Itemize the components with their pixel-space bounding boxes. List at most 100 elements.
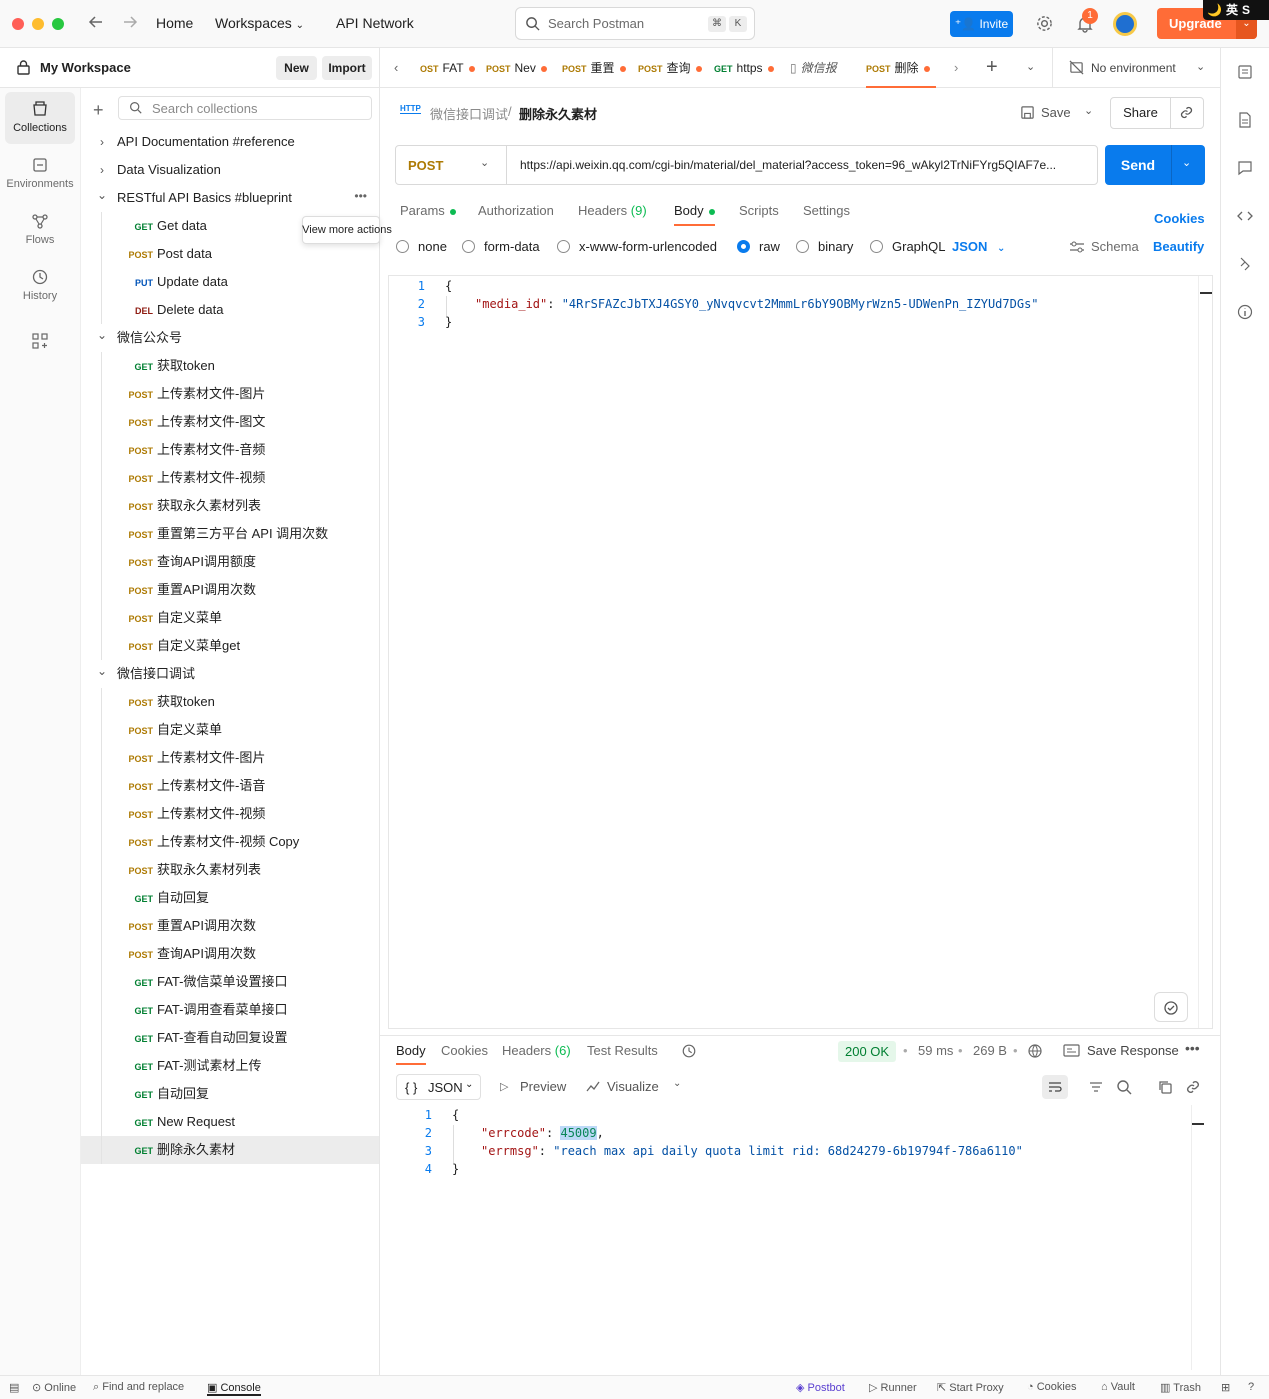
request-item[interactable]: POST 上传素材文件-语音 [81, 772, 379, 800]
api-network-link[interactable]: API Network [336, 15, 414, 31]
share-button[interactable]: Share [1111, 98, 1171, 128]
radio-raw[interactable] [737, 240, 750, 253]
gear-icon[interactable] [1035, 14, 1054, 33]
tab-authorization[interactable]: Authorization [478, 203, 554, 218]
back-arrow-icon[interactable] [88, 14, 104, 30]
avatar[interactable] [1113, 12, 1137, 36]
start-proxy-button[interactable]: ⇱ Start Proxy [937, 1381, 1004, 1394]
response-time[interactable]: 59 ms [918, 1043, 953, 1058]
related-collections-icon[interactable] [1237, 256, 1253, 272]
collections-search-input[interactable]: Search collections [118, 96, 372, 120]
request-tab[interactable]: POST Nev [486, 48, 558, 88]
help-icon[interactable]: ? [1248, 1381, 1254, 1393]
schema-button[interactable]: Schema [1091, 239, 1139, 254]
collection-folder[interactable]: ⌄ 微信接口调试 [81, 660, 379, 688]
radio-binary[interactable] [796, 240, 809, 253]
request-item[interactable]: POST 上传素材文件-视频 Copy [81, 828, 379, 856]
radio-form-data[interactable] [462, 240, 475, 253]
rail-add-more[interactable] [5, 324, 75, 360]
tab-headers[interactable]: Headers (9) [578, 203, 647, 218]
request-item[interactable]: POST 上传素材文件-图片 [81, 380, 379, 408]
tab-scroll-right-icon[interactable]: › [954, 60, 958, 75]
request-tab[interactable]: GET https [714, 48, 786, 88]
request-item[interactable]: POST 上传素材文件-音频 [81, 436, 379, 464]
body-format-select[interactable]: JSON ⌄ [952, 239, 1005, 254]
copy-icon[interactable] [1157, 1079, 1173, 1095]
tab-scripts[interactable]: Scripts [739, 203, 779, 218]
tabs-menu-chevron-icon[interactable]: ⌄ [1026, 60, 1035, 73]
online-status[interactable]: ⊙ Online [32, 1381, 76, 1394]
console-button[interactable]: ▣ Console [207, 1381, 261, 1396]
filter-icon[interactable] [1088, 1079, 1104, 1095]
request-item[interactable]: GET FAT-测试素材上传 [81, 1052, 379, 1080]
request-item[interactable]: POST 获取永久素材列表 [81, 856, 379, 884]
rail-flows[interactable]: Flows [5, 204, 75, 256]
new-button[interactable]: New [276, 56, 317, 80]
global-search[interactable]: Search Postman ⌘ K [515, 7, 755, 40]
chevron-right-icon[interactable]: › [95, 128, 109, 156]
chevron-right-icon[interactable]: › [95, 156, 109, 184]
home-link[interactable]: Home [156, 15, 193, 31]
request-tab[interactable]: ▯ 微信报 [790, 48, 862, 88]
import-button[interactable]: Import [322, 56, 372, 80]
file-icon[interactable] [1237, 112, 1253, 128]
maximize-window-button[interactable] [52, 18, 64, 30]
request-item[interactable]: POST 自定义菜单 [81, 716, 379, 744]
tab-params[interactable]: Params [400, 203, 456, 218]
request-item[interactable]: POST 上传素材文件-图文 [81, 408, 379, 436]
request-item[interactable]: POST 重置API调用次数 [81, 912, 379, 940]
request-item[interactable]: GET 删除永久素材 [81, 1136, 379, 1164]
preview-button[interactable]: Preview [520, 1079, 566, 1094]
request-item[interactable]: GET 自动回复 [81, 884, 379, 912]
request-item[interactable]: POST 获取永久素材列表 [81, 492, 379, 520]
collection-folder[interactable]: ⌄ 微信公众号 [81, 324, 379, 352]
breadcrumb-parent[interactable]: 微信接口调试 [430, 104, 508, 123]
request-item[interactable]: POST 重置API调用次数 [81, 576, 379, 604]
request-item[interactable]: GET New Request [81, 1108, 379, 1136]
find-replace-button[interactable]: ⌕ Find and replace [93, 1381, 184, 1394]
collection-folder[interactable]: › API Documentation #reference [81, 128, 379, 156]
more-options-icon[interactable]: ••• [1185, 1040, 1200, 1056]
workspaces-menu[interactable]: Workspaces ⌄ [215, 15, 304, 31]
response-body-viewer[interactable]: 1 2 3 4 { "errcode": 45009, "errmsg": "r… [388, 1105, 1213, 1370]
request-item[interactable]: DEL Delete data [81, 296, 379, 324]
status-badge[interactable]: 200 OK [838, 1041, 897, 1062]
save-chevron-icon[interactable]: ⌄ [1084, 104, 1093, 117]
chevron-down-icon[interactable]: ⌄ [95, 657, 109, 685]
request-item[interactable]: POST Post data [81, 240, 379, 268]
resp-tab-tests[interactable]: Test Results [587, 1043, 658, 1058]
request-item[interactable]: POST 查询API调用次数 [81, 940, 379, 968]
request-tab[interactable]: OST FAT [420, 48, 482, 88]
response-format-select[interactable]: { } JSON ⌄ [396, 1074, 481, 1100]
two-pane-icon[interactable]: ⊞ [1221, 1381, 1230, 1394]
request-body-editor[interactable]: 1 2 3 { "media_id": "4RrSFAZcJbTXJ4GSY0_… [388, 275, 1213, 1029]
resp-tab-headers[interactable]: Headers (6) [502, 1043, 571, 1058]
chevron-down-icon[interactable]: ⌄ [673, 1078, 681, 1089]
rail-environments[interactable]: Environments [5, 148, 75, 200]
request-item[interactable]: POST 重置第三方平台 API 调用次数 [81, 520, 379, 548]
postbot-button[interactable]: ◈ Postbot [796, 1381, 845, 1394]
beautify-button[interactable]: Beautify [1153, 239, 1204, 254]
search-icon[interactable] [1116, 1079, 1132, 1095]
request-tab[interactable]: POST 重置 [562, 48, 634, 88]
ai-assist-icon[interactable] [1154, 992, 1188, 1022]
environment-selector[interactable]: No environment ⌄ [1052, 48, 1220, 88]
layout-icon[interactable]: ▤ [9, 1381, 19, 1394]
trash-button[interactable]: ▥ Trash [1160, 1381, 1201, 1394]
code-icon[interactable] [1237, 208, 1253, 224]
collection-folder[interactable]: ⌄ RESTful API Basics #blueprint ••• [81, 184, 379, 212]
request-item[interactable]: POST 获取token [81, 688, 379, 716]
collection-folder[interactable]: › Data Visualization [81, 156, 379, 184]
forward-arrow-icon[interactable] [122, 14, 138, 30]
save-response-button[interactable]: Save Response [1087, 1043, 1179, 1058]
request-tab[interactable]: POST 查询 [638, 48, 710, 88]
radio-urlencoded[interactable] [557, 240, 570, 253]
request-item[interactable]: POST 上传素材文件-图片 [81, 744, 379, 772]
request-item[interactable]: PUT Update data [81, 268, 379, 296]
save-button[interactable]: Save ⌄ [1014, 97, 1104, 129]
send-button[interactable]: Send [1105, 145, 1172, 185]
request-item[interactable]: GET FAT-查看自动回复设置 [81, 1024, 379, 1052]
request-tab[interactable]: POST 删除 [866, 48, 936, 88]
request-item[interactable]: POST 查询API调用额度 [81, 548, 379, 576]
radio-graphql[interactable] [870, 240, 883, 253]
